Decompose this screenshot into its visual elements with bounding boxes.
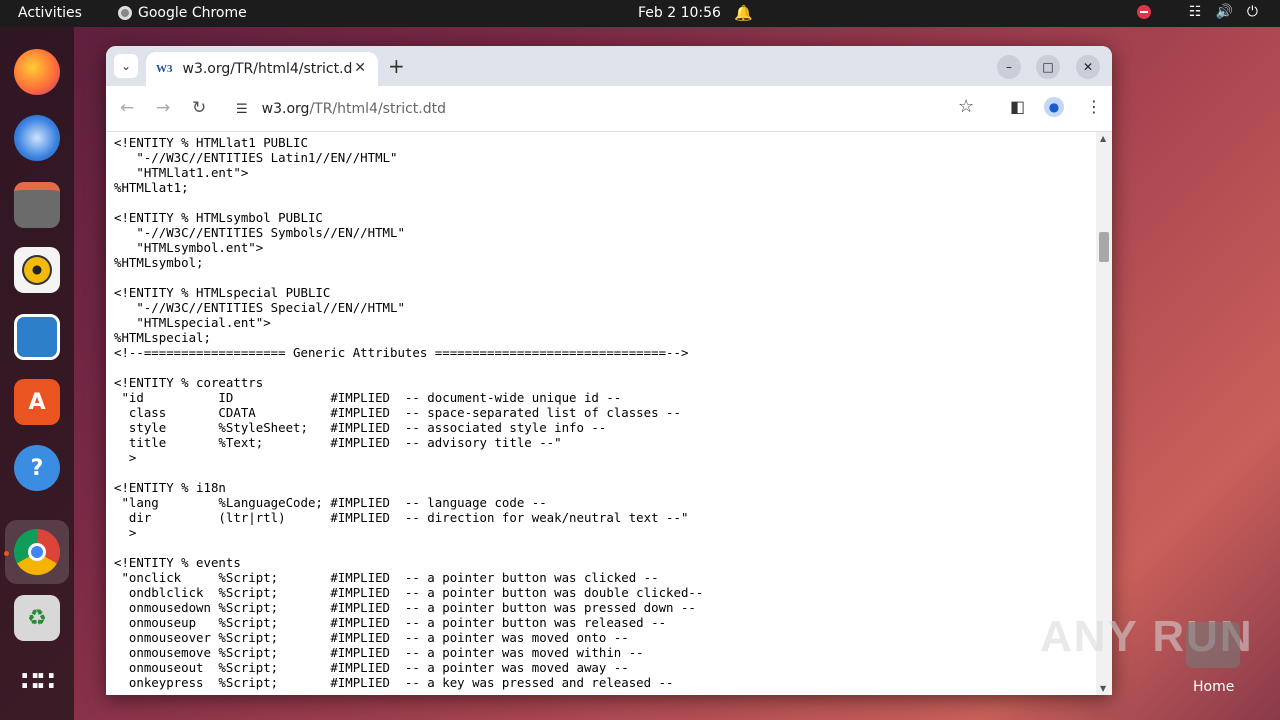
top-bar: Activities Google Chrome Feb 2 10:56 🔔 ☷…	[0, 0, 1280, 27]
dtd-line	[114, 270, 703, 285]
scroll-up-icon[interactable]: ▲	[1100, 134, 1106, 143]
close-tab-icon[interactable]: ✕	[354, 60, 366, 76]
reload-button[interactable]: ↻	[192, 98, 206, 118]
browser-window: ⌄ W3 w3.org/TR/html4/strict.dtd ✕ + – □ …	[106, 46, 1112, 695]
dtd-line: "HTMLspecial.ent">	[114, 315, 271, 330]
dtd-line: >	[114, 525, 137, 540]
minimize-button[interactable]: –	[997, 55, 1021, 79]
dtd-line: style %StyleSheet; #IMPLIED -- associate…	[114, 420, 607, 435]
dtd-line: %HTMLspecial;	[114, 330, 211, 345]
dtd-line: onkeypress %Script; #IMPLIED -- a key wa…	[114, 675, 674, 690]
google-chrome-icon[interactable]	[14, 529, 60, 575]
app-center-icon[interactable]: A	[14, 379, 60, 425]
dtd-line: "HTMLlat1.ent">	[114, 165, 249, 180]
clock[interactable]: Feb 2 10:56	[638, 5, 721, 21]
dtd-line: <!ENTITY % HTMLspecial PUBLIC	[114, 285, 331, 300]
dtd-line: "id ID #IMPLIED -- document-wide unique …	[114, 390, 622, 405]
files-icon[interactable]	[14, 182, 60, 228]
dtd-text: <!ENTITY % HTMLlat1 PUBLIC "-//W3C//ENTI…	[114, 135, 703, 690]
maximize-button[interactable]: □	[1036, 55, 1060, 79]
tab-search-button[interactable]: ⌄	[114, 54, 138, 78]
dtd-line: onmouseover %Script; #IMPLIED -- a point…	[114, 630, 629, 645]
dtd-line	[114, 465, 703, 480]
page-content: <!ENTITY % HTMLlat1 PUBLIC "-//W3C//ENTI…	[106, 132, 1096, 695]
dtd-line: onmouseout %Script; #IMPLIED -- a pointe…	[114, 660, 629, 675]
rhythmbox-icon[interactable]	[14, 247, 60, 293]
profile-avatar[interactable]: ●	[1044, 97, 1064, 117]
dtd-line: "-//W3C//ENTITIES Latin1//EN//HTML"	[114, 150, 398, 165]
close-window-button[interactable]: ✕	[1076, 55, 1100, 79]
dtd-line: onmousedown %Script; #IMPLIED -- a point…	[114, 600, 696, 615]
dtd-line: <!ENTITY % events	[114, 555, 241, 570]
dtd-line: <!ENTITY % i18n	[114, 480, 226, 495]
dtd-line: <!ENTITY % HTMLlat1 PUBLIC	[114, 135, 308, 150]
dtd-line	[114, 195, 703, 210]
dtd-line: <!--=================== Generic Attribut…	[114, 345, 689, 360]
chrome-icon	[118, 6, 132, 20]
dtd-line: %HTMLsymbol;	[114, 255, 204, 270]
tab-strip: ⌄ W3 w3.org/TR/html4/strict.dtd ✕ + – □ …	[106, 46, 1112, 86]
browser-toolbar: ← → ↻ ☰ w3.org/TR/html4/strict.dtd ☆ ◧ ●…	[106, 86, 1112, 132]
do-not-disturb-icon	[1136, 5, 1151, 19]
app-name: Google Chrome	[138, 5, 247, 21]
dtd-line: >	[114, 450, 137, 465]
url-path: /TR/html4/strict.dtd	[309, 101, 446, 117]
dock: A ? ♻ ∷∷	[0, 27, 74, 720]
side-panel-icon[interactable]: ◧	[1010, 97, 1025, 116]
forward-button[interactable]: →	[156, 98, 170, 118]
writer-icon[interactable]	[14, 314, 60, 360]
show-apps-icon[interactable]: ∷∷	[14, 659, 60, 705]
dtd-line: "-//W3C//ENTITIES Special//EN//HTML"	[114, 300, 405, 315]
w3c-favicon-icon: W3	[156, 63, 173, 75]
home-label: Home	[1193, 679, 1235, 695]
vertical-scrollbar[interactable]: ▲ ▼	[1096, 132, 1112, 695]
dtd-line: "onclick %Script; #IMPLIED -- a pointer …	[114, 570, 659, 585]
dtd-line	[114, 360, 703, 375]
scroll-down-icon[interactable]: ▼	[1100, 684, 1106, 693]
dtd-line: "HTMLsymbol.ent">	[114, 240, 264, 255]
tab-title: w3.org/TR/html4/strict.dtd	[182, 61, 353, 77]
system-tray[interactable]: ☷ 🔊 ⏻	[1136, 4, 1258, 20]
dtd-line: %HTMLlat1;	[114, 180, 189, 195]
trash-icon[interactable]: ♻	[14, 595, 60, 641]
dtd-line: <!ENTITY % HTMLsymbol PUBLIC	[114, 210, 323, 225]
site-info-icon[interactable]: ☰	[236, 102, 248, 117]
dtd-line: "lang %LanguageCode; #IMPLIED -- languag…	[114, 495, 547, 510]
running-indicator	[4, 551, 9, 556]
dtd-line: onmousemove %Script; #IMPLIED -- a point…	[114, 645, 644, 660]
url-host: w3.org	[261, 101, 310, 117]
dtd-line: ondblclick %Script; #IMPLIED -- a pointe…	[114, 585, 704, 600]
dtd-line	[114, 540, 703, 555]
dtd-line: class CDATA #IMPLIED -- space-separated …	[114, 405, 681, 420]
bookmark-star-icon[interactable]: ☆	[958, 96, 974, 117]
dtd-line: title %Text; #IMPLIED -- advisory title …	[114, 435, 562, 450]
home-folder-icon[interactable]	[1186, 622, 1240, 668]
tab-active[interactable]: W3 w3.org/TR/html4/strict.dtd ✕	[146, 52, 378, 86]
dtd-line: onmouseup %Script; #IMPLIED -- a pointer…	[114, 615, 667, 630]
dtd-line: "-//W3C//ENTITIES Symbols//EN//HTML"	[114, 225, 405, 240]
back-button[interactable]: ←	[120, 98, 134, 118]
power-icon: ⏻	[1246, 4, 1258, 20]
firefox-icon[interactable]	[14, 49, 60, 95]
activities-button[interactable]: Activities	[18, 5, 82, 21]
app-menu[interactable]: Google Chrome	[118, 5, 247, 21]
thunderbird-icon[interactable]	[14, 115, 60, 161]
menu-kebab-icon[interactable]: ⋮	[1086, 97, 1102, 116]
volume-icon: 🔊	[1215, 4, 1233, 20]
network-icon: ☷	[1188, 4, 1202, 20]
dtd-line: <!ENTITY % coreattrs	[114, 375, 264, 390]
scrollbar-thumb[interactable]	[1099, 232, 1109, 262]
help-icon[interactable]: ?	[14, 445, 60, 491]
new-tab-button[interactable]: +	[388, 54, 405, 78]
address-bar[interactable]: ☰ w3.org/TR/html4/strict.dtd	[224, 92, 994, 126]
bell-icon: 🔔	[734, 4, 753, 22]
dtd-line: dir (ltr|rtl) #IMPLIED -- direction for …	[114, 510, 689, 525]
